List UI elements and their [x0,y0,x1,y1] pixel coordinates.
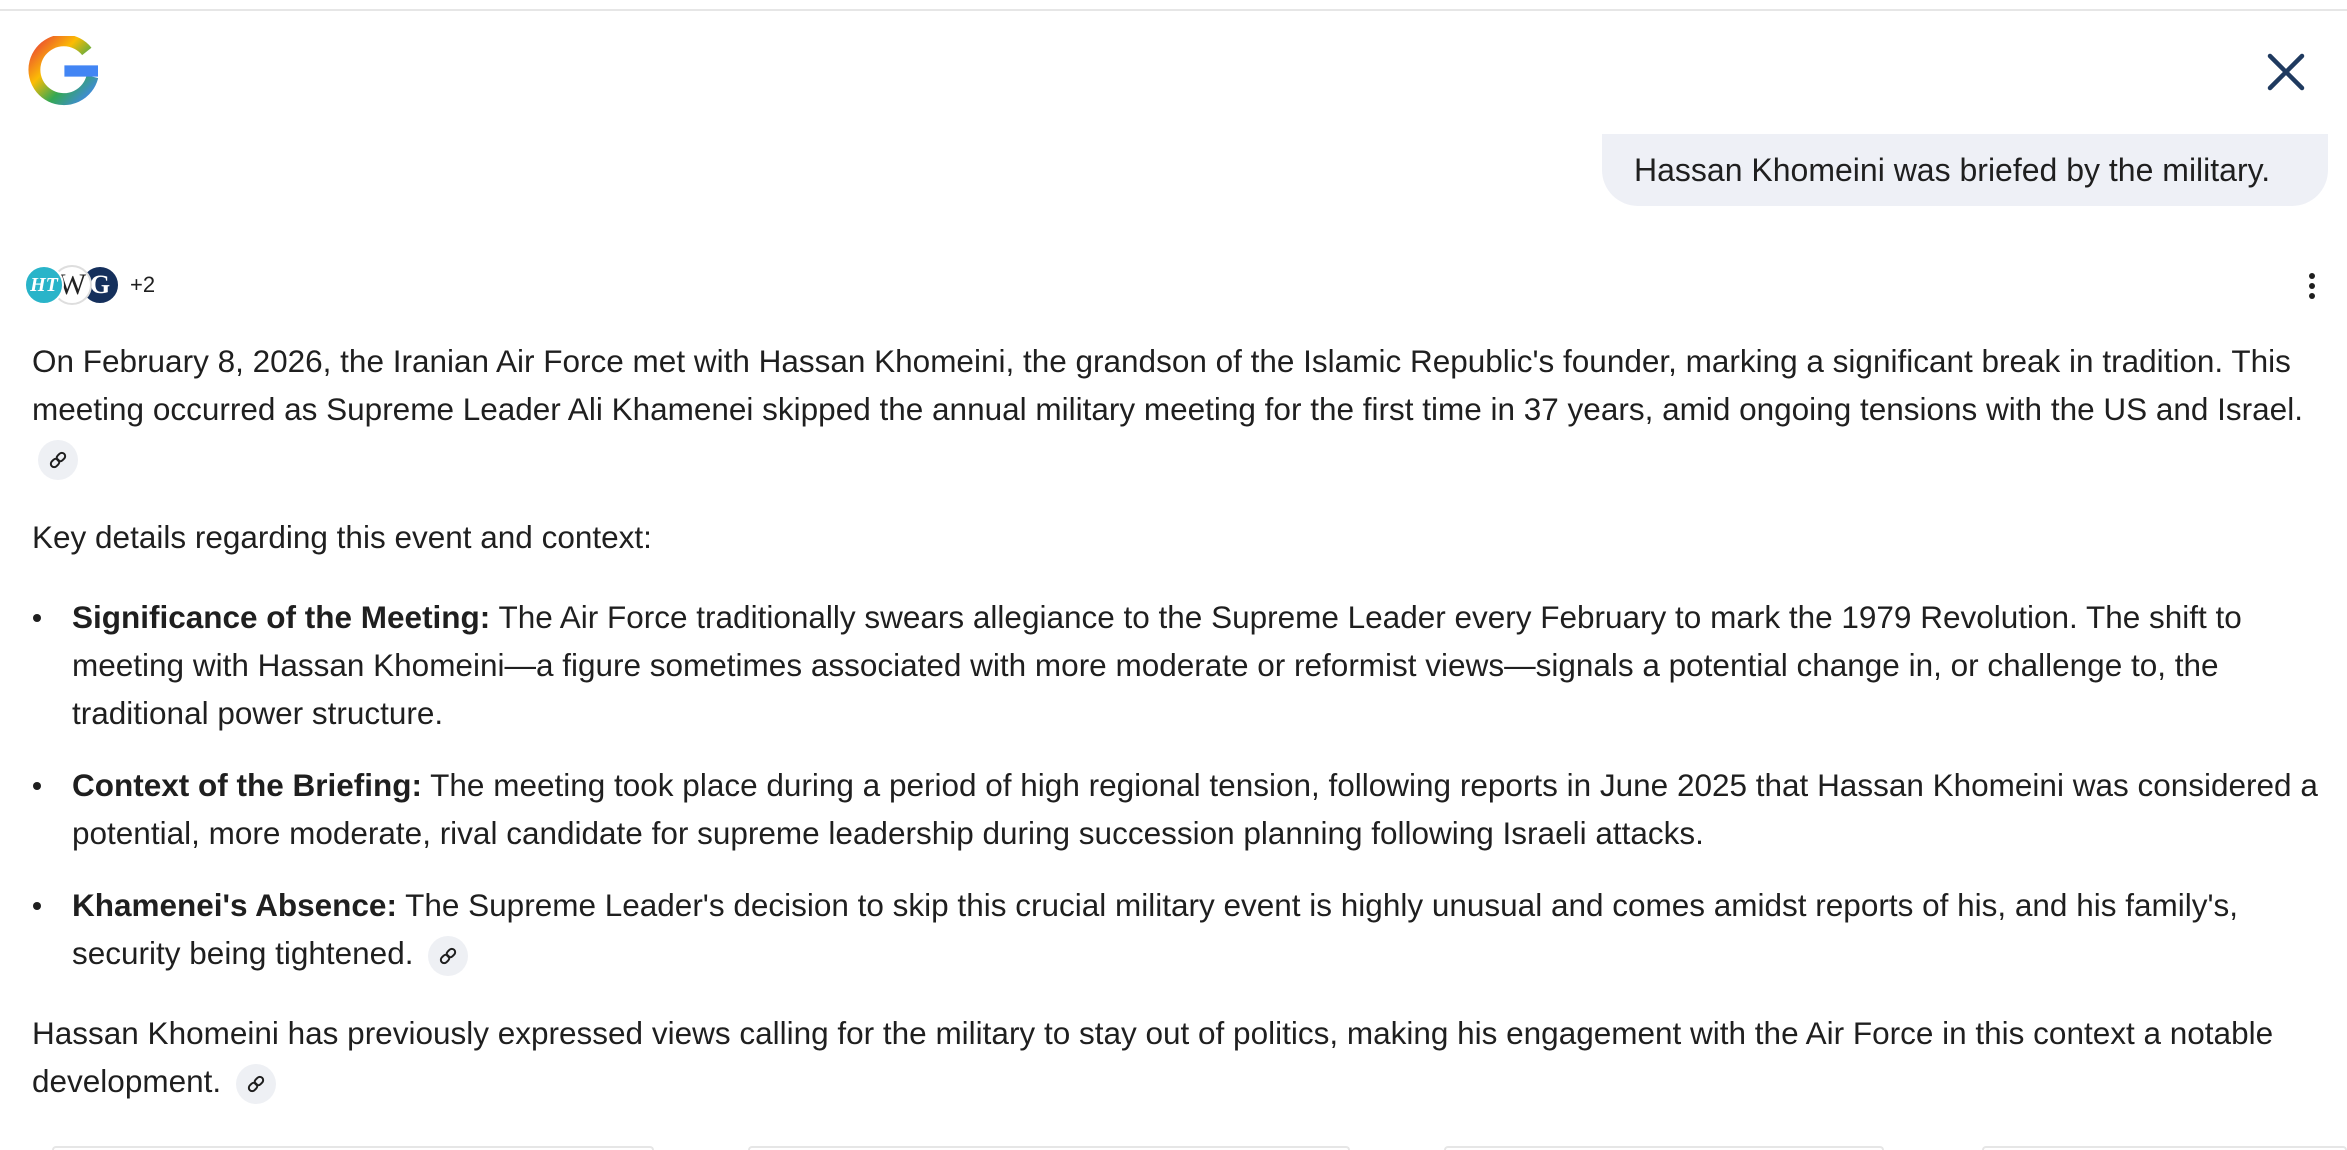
source-card[interactable] [52,1146,654,1150]
close-button[interactable] [2258,44,2314,100]
citation-link-button[interactable] [428,935,469,976]
item-title: Khamenei's Absence: [72,887,397,923]
source-card[interactable] [748,1146,1350,1150]
top-divider [0,9,2347,11]
more-options-button[interactable] [2296,266,2328,306]
item-text: The Supreme Leader's decision to skip th… [72,887,2238,971]
more-sources-count[interactable]: +2 [130,272,155,298]
answer-intro: On February 8, 2026, the Iranian Air For… [32,337,2332,481]
link-icon [247,1075,265,1092]
google-logo-icon [28,34,99,106]
answer-lead: Key details regarding this event and con… [32,519,652,555]
item-title: Significance of the Meeting: [72,599,491,635]
list-item: Significance of the Meeting: The Air For… [32,593,2332,737]
answer-closing: Hassan Khomeini has previously expressed… [32,1009,2332,1105]
citation-link-button[interactable] [38,439,78,480]
key-details-list: Significance of the Meeting: The Air For… [32,593,2332,977]
citation-link-button[interactable] [235,1063,276,1104]
more-vert-icon [2309,273,2315,279]
source-card[interactable] [1982,1146,2347,1150]
source-badge-ht[interactable]: HT [24,265,64,305]
user-query-bubble: Hassan Khomeini was briefed by the milit… [1602,134,2328,206]
source-badges[interactable]: HT W G +2 [24,262,155,308]
item-title: Context of the Briefing: [72,767,422,803]
link-icon [440,947,457,964]
user-query-text: Hassan Khomeini was briefed by the milit… [1634,151,2271,188]
answer-body: On February 8, 2026, the Iranian Air For… [32,337,2332,1105]
list-item: Context of the Briefing: The meeting too… [32,761,2332,857]
link-icon [49,451,67,468]
close-icon [2267,53,2305,91]
list-item: Khamenei's Absence: The Supreme Leader's… [32,881,2332,977]
source-card[interactable] [1444,1146,1884,1150]
